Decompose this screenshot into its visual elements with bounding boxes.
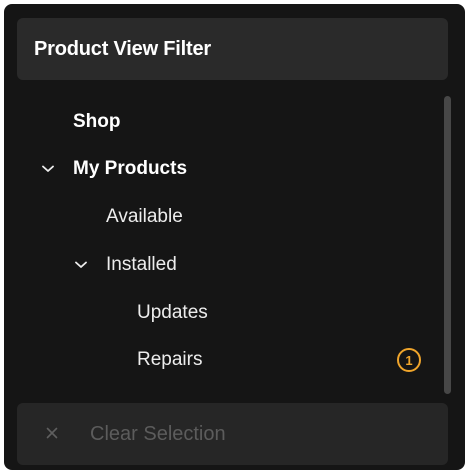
tree-item-label: Shop xyxy=(73,111,121,132)
tree-item-label: Available xyxy=(106,206,183,227)
panel-title: Product View Filter xyxy=(34,37,211,60)
close-icon xyxy=(45,426,59,440)
tree-item-shop[interactable]: Shop xyxy=(4,106,434,138)
tree-scrollbar[interactable] xyxy=(444,96,451,394)
product-view-filter-panel: Product View Filter Shop My Products Ava… xyxy=(4,4,465,470)
chevron-down-icon[interactable] xyxy=(41,162,55,176)
panel-header: Product View Filter xyxy=(17,18,448,80)
tree-item-updates[interactable]: Updates xyxy=(4,297,434,329)
clear-selection-button[interactable]: Clear Selection xyxy=(17,403,448,465)
repairs-count-badge: 1 xyxy=(397,348,421,372)
tree-item-label: Repairs xyxy=(137,349,203,370)
tree-item-label: My Products xyxy=(73,158,188,179)
tree-item-installed[interactable]: Installed xyxy=(4,249,434,281)
product-tree: Shop My Products Available Installed Upd… xyxy=(4,94,444,394)
chevron-down-icon[interactable] xyxy=(74,258,88,272)
tree-item-my-products[interactable]: My Products xyxy=(4,153,434,185)
tree-item-repairs[interactable]: Repairs 1 xyxy=(4,344,434,376)
clear-selection-label: Clear Selection xyxy=(90,422,226,445)
tree-item-label: Installed xyxy=(106,254,177,275)
tree-item-label: Updates xyxy=(137,302,208,323)
tree-item-available[interactable]: Available xyxy=(4,201,434,233)
